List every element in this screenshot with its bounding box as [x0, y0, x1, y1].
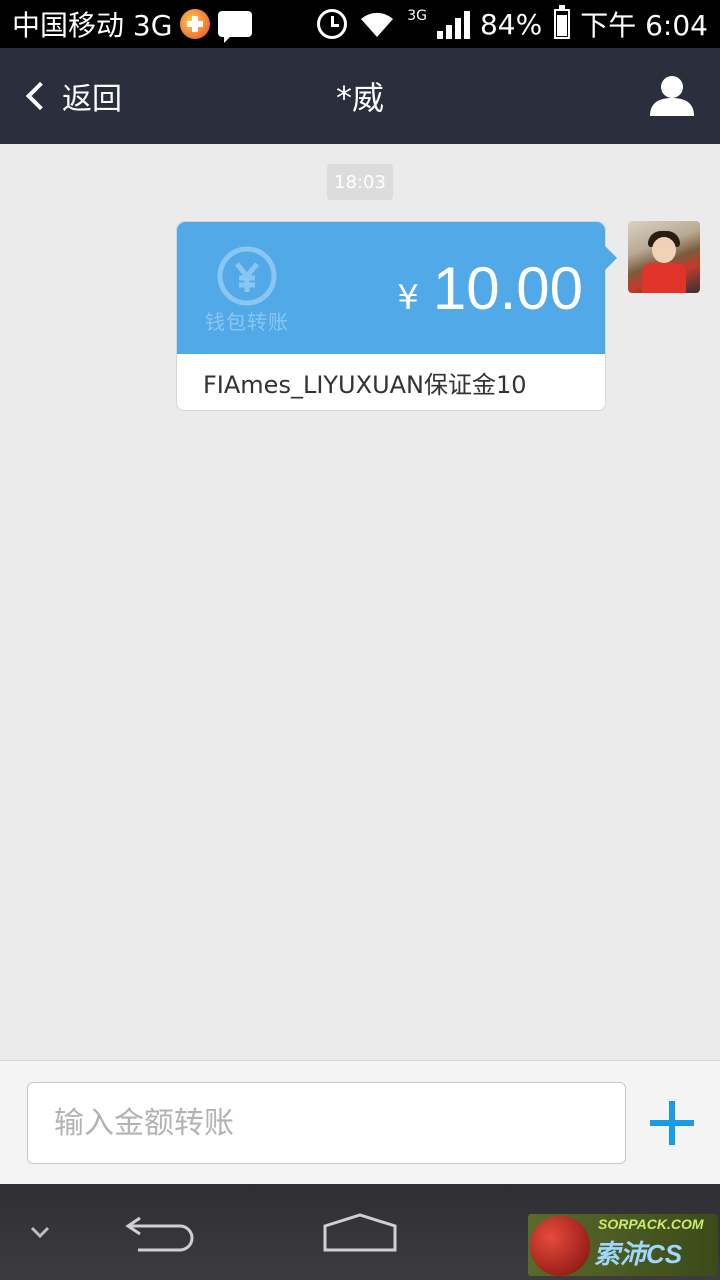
input-bar	[0, 1060, 720, 1184]
message-notification-icon	[218, 11, 253, 43]
chat-area[interactable]: 18:03 钱包转账 ¥ 10.00 FIAmes_LIYUXUAN保证金10	[0, 144, 720, 1060]
transfer-message[interactable]: 钱包转账 ¥ 10.00 FIAmes_LIYUXUAN保证金10	[176, 221, 617, 411]
alarm-icon	[317, 9, 348, 39]
nav-bar: 返回 *威	[0, 48, 720, 144]
amount-input[interactable]	[27, 1082, 626, 1164]
back-nav-icon[interactable]	[124, 1214, 196, 1254]
watermark-top-text: SORPACK.COM	[598, 1216, 704, 1232]
wifi-icon	[361, 12, 394, 37]
clock: 下午 6:04	[580, 9, 708, 42]
back-label: 返回	[62, 82, 122, 117]
watermark-logo: SORPACK.COM 索沛CS	[528, 1214, 718, 1276]
back-button[interactable]: 返回	[0, 48, 160, 144]
avatar-face	[652, 237, 676, 263]
watermark-main-text: 索沛CS	[594, 1239, 683, 1269]
carrier-label: 中国移动 3G	[12, 9, 173, 42]
battery-percent: 84%	[479, 7, 543, 41]
chevron-down-icon[interactable]	[28, 1222, 52, 1242]
transfer-note: FIAmes_LIYUXUAN保证金10	[203, 370, 527, 399]
battery-icon	[554, 5, 571, 39]
currency-symbol: ¥	[397, 278, 419, 318]
profile-icon[interactable]	[648, 72, 696, 120]
avatar[interactable]	[628, 221, 700, 293]
screen: 中国移动 3G 3G 84% 下午 6:04 返回 *威 18:03 钱包转账 …	[0, 0, 720, 1280]
wallet-transfer-label: 钱包转账	[205, 310, 289, 334]
message-timestamp: 18:03	[327, 164, 393, 200]
system-nav-bar: SORPACK.COM 索沛CS	[0, 1184, 720, 1280]
status-bar: 中国移动 3G 3G 84% 下午 6:04	[0, 0, 720, 48]
avatar-shirt	[642, 263, 686, 293]
plus-icon[interactable]	[650, 1101, 694, 1145]
transfer-amount-group: ¥ 10.00	[397, 254, 583, 323]
app-notification-icon	[180, 9, 211, 39]
signal-strength-icon	[436, 9, 470, 39]
chevron-left-icon	[25, 81, 55, 111]
watermark-ball	[530, 1216, 590, 1276]
wallet-transfer-icon	[217, 246, 277, 306]
transfer-card-header: 钱包转账 ¥ 10.00	[177, 222, 617, 354]
transfer-amount: 10.00	[432, 255, 583, 322]
network-type-label: 3G	[407, 8, 427, 24]
home-icon[interactable]	[322, 1212, 398, 1254]
